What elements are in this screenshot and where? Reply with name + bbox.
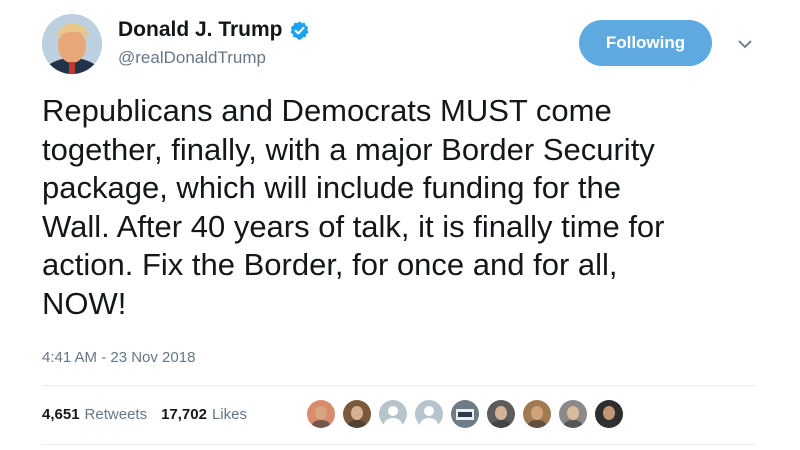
liker-avatar[interactable] bbox=[343, 400, 371, 428]
liker-avatar[interactable] bbox=[487, 400, 515, 428]
liker-avatar[interactable] bbox=[523, 400, 551, 428]
user-photo-icon bbox=[523, 400, 551, 428]
retweets-count: 4,651 bbox=[42, 406, 80, 423]
divider bbox=[42, 385, 756, 386]
chevron-down-icon bbox=[738, 40, 752, 48]
likes-stat[interactable]: 17,702 Likes bbox=[161, 406, 247, 423]
user-photo-icon bbox=[451, 400, 479, 428]
following-button[interactable]: Following bbox=[579, 20, 712, 66]
avatar-portrait-icon bbox=[42, 14, 102, 74]
author-handle[interactable]: @realDonaldTrump bbox=[118, 48, 266, 68]
verified-badge-icon bbox=[289, 20, 310, 41]
likes-count: 17,702 bbox=[161, 406, 207, 423]
author-display-name[interactable]: Donald J. Trump bbox=[118, 18, 283, 42]
user-photo-icon bbox=[487, 400, 515, 428]
liker-avatar[interactable] bbox=[595, 400, 623, 428]
likes-label: Likes bbox=[211, 406, 247, 423]
liker-avatar[interactable] bbox=[451, 400, 479, 428]
liker-avatar[interactable] bbox=[307, 400, 335, 428]
tweet-timestamp[interactable]: 4:41 AM - 23 Nov 2018 bbox=[42, 349, 195, 366]
tweet-text: Republicans and Democrats MUST come toge… bbox=[42, 93, 665, 321]
author-name-row: Donald J. Trump bbox=[118, 18, 310, 42]
tweet-menu-button[interactable] bbox=[732, 33, 758, 55]
user-photo-icon bbox=[343, 400, 371, 428]
author-avatar[interactable] bbox=[42, 14, 102, 74]
tweet-stats: 4,651 Retweets 17,702 Likes bbox=[42, 406, 261, 423]
liker-avatar[interactable] bbox=[415, 400, 443, 428]
liker-avatars bbox=[307, 400, 631, 428]
retweets-label: Retweets bbox=[84, 406, 148, 423]
user-photo-icon bbox=[559, 400, 587, 428]
retweets-stat[interactable]: 4,651 Retweets bbox=[42, 406, 147, 423]
liker-avatar[interactable] bbox=[559, 400, 587, 428]
tweet-card: Donald J. Trump @realDonaldTrump Followi… bbox=[0, 0, 800, 450]
default-avatar-icon bbox=[415, 400, 443, 428]
divider bbox=[42, 444, 756, 445]
user-photo-icon bbox=[595, 400, 623, 428]
user-photo-icon bbox=[307, 400, 335, 428]
default-avatar-icon bbox=[379, 400, 407, 428]
liker-avatar[interactable] bbox=[379, 400, 407, 428]
